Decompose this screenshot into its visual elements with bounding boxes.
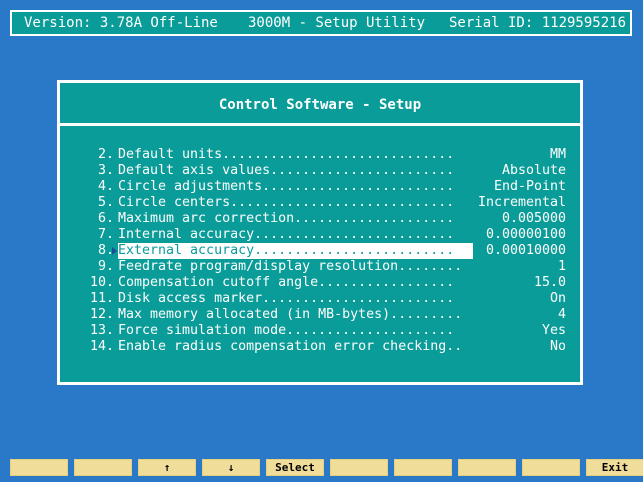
- setting-value: 0.005000: [501, 211, 566, 226]
- setting-label: Circle adjustments......................…: [118, 179, 455, 194]
- setting-label: Circle centers..........................…: [118, 195, 455, 210]
- setting-value: On: [549, 291, 566, 306]
- fkey-f8-button[interactable]: [458, 459, 516, 476]
- setting-value: 1: [557, 259, 566, 274]
- setting-number: 14.: [89, 339, 114, 354]
- setting-row[interactable]: 7. Internal accuracy.....................…: [98, 227, 566, 243]
- setting-value: 0.00010000: [485, 243, 566, 258]
- setting-row[interactable]: 3. Default axis values...................…: [98, 163, 566, 179]
- fkey-f1-button[interactable]: [10, 459, 68, 476]
- fkey-select-button[interactable]: Select: [266, 459, 324, 476]
- fkey-up-button[interactable]: ↑: [138, 459, 196, 476]
- setting-row[interactable]: 5. Circle centers........................…: [98, 195, 566, 211]
- setting-value: Yes: [541, 323, 566, 338]
- setting-value: 0.00000100: [485, 227, 566, 242]
- setting-label: Disk access marker......................…: [118, 291, 455, 306]
- serial-id: Serial ID: 1129595216: [449, 15, 627, 31]
- setting-row[interactable]: 14. Enable radius compensation error chec…: [90, 339, 566, 355]
- setting-number: 3.: [97, 163, 114, 178]
- setting-row[interactable]: 10. Compensation cutoff angle............…: [90, 275, 566, 291]
- setting-label: Internal accuracy.......................…: [118, 227, 455, 242]
- setting-value: Absolute: [501, 163, 566, 178]
- setting-value: MM: [549, 147, 566, 162]
- setting-number: 4.: [97, 179, 114, 194]
- setting-row[interactable]: 4. Circle adjustments....................…: [98, 179, 566, 195]
- setting-row[interactable]: 8. External accuracy.....................…: [98, 243, 566, 259]
- app-title: 3000M - Setup Utility: [248, 15, 426, 31]
- setting-row[interactable]: 2. Default units.........................…: [98, 147, 566, 163]
- setting-label: External accuracy.......................…: [118, 243, 455, 258]
- fkey-f9-button[interactable]: [522, 459, 580, 476]
- dialog-title: Control Software - Setup: [218, 97, 422, 113]
- setting-row[interactable]: 9. Feedrate program/display resolution...…: [98, 259, 566, 275]
- setting-value: 4: [557, 307, 566, 322]
- setting-number: 6.: [97, 211, 114, 226]
- dialog-divider: [60, 123, 580, 126]
- setting-row[interactable]: 12. Max memory allocated (in MB-bytes)...…: [90, 307, 566, 323]
- setting-label: Compensation cutoff angle...............…: [118, 275, 455, 290]
- setting-label: Default axis values.....................…: [118, 163, 455, 178]
- setup-dialog: Control Software - Setup 2. Default units…: [57, 80, 583, 385]
- setting-number: 13.: [89, 323, 114, 338]
- setting-number: 8.: [97, 243, 114, 258]
- setting-number: 5.: [97, 195, 114, 210]
- setting-number: 11.: [89, 291, 114, 306]
- fkey-f2-button[interactable]: [74, 459, 132, 476]
- selection-arrow-icon: [112, 247, 117, 255]
- title-bar: Version: 3.78A Off-Line 3000M - Setup Ut…: [10, 10, 632, 36]
- setting-label: Enable radius compensation error checkin…: [118, 339, 463, 354]
- setting-label: Feedrate program/display resolution.....…: [118, 259, 463, 274]
- setting-number: 2.: [97, 147, 114, 162]
- setting-label: Default units...........................…: [118, 147, 455, 162]
- function-key-bar: ↑ ↓ Select Exit: [10, 459, 643, 477]
- setting-row[interactable]: 11. Disk access marker...................…: [90, 291, 566, 307]
- setting-number: 10.: [89, 275, 114, 290]
- setting-value: No: [549, 339, 566, 354]
- setting-row[interactable]: 6. Maximum arc correction................…: [98, 211, 566, 227]
- setting-value: 15.0: [533, 275, 566, 290]
- fkey-exit-button[interactable]: Exit: [586, 459, 643, 476]
- setting-number: 9.: [97, 259, 114, 274]
- setting-label: Force simulation mode...................…: [118, 323, 455, 338]
- fkey-f7-button[interactable]: [394, 459, 452, 476]
- fkey-down-button[interactable]: ↓: [202, 459, 260, 476]
- setting-label: Max memory allocated (in MB-bytes)......…: [118, 307, 463, 322]
- setting-label: Maximum arc correction..................…: [118, 211, 455, 226]
- setting-row[interactable]: 13. Force simulation mode................…: [90, 323, 566, 339]
- version-label: Version: 3.78A Off-Line: [24, 15, 218, 31]
- fkey-f6-button[interactable]: [330, 459, 388, 476]
- setting-number: 7.: [97, 227, 114, 242]
- setting-value: End-Point: [493, 179, 566, 194]
- setting-number: 12.: [89, 307, 114, 322]
- setting-value: Incremental: [477, 195, 566, 210]
